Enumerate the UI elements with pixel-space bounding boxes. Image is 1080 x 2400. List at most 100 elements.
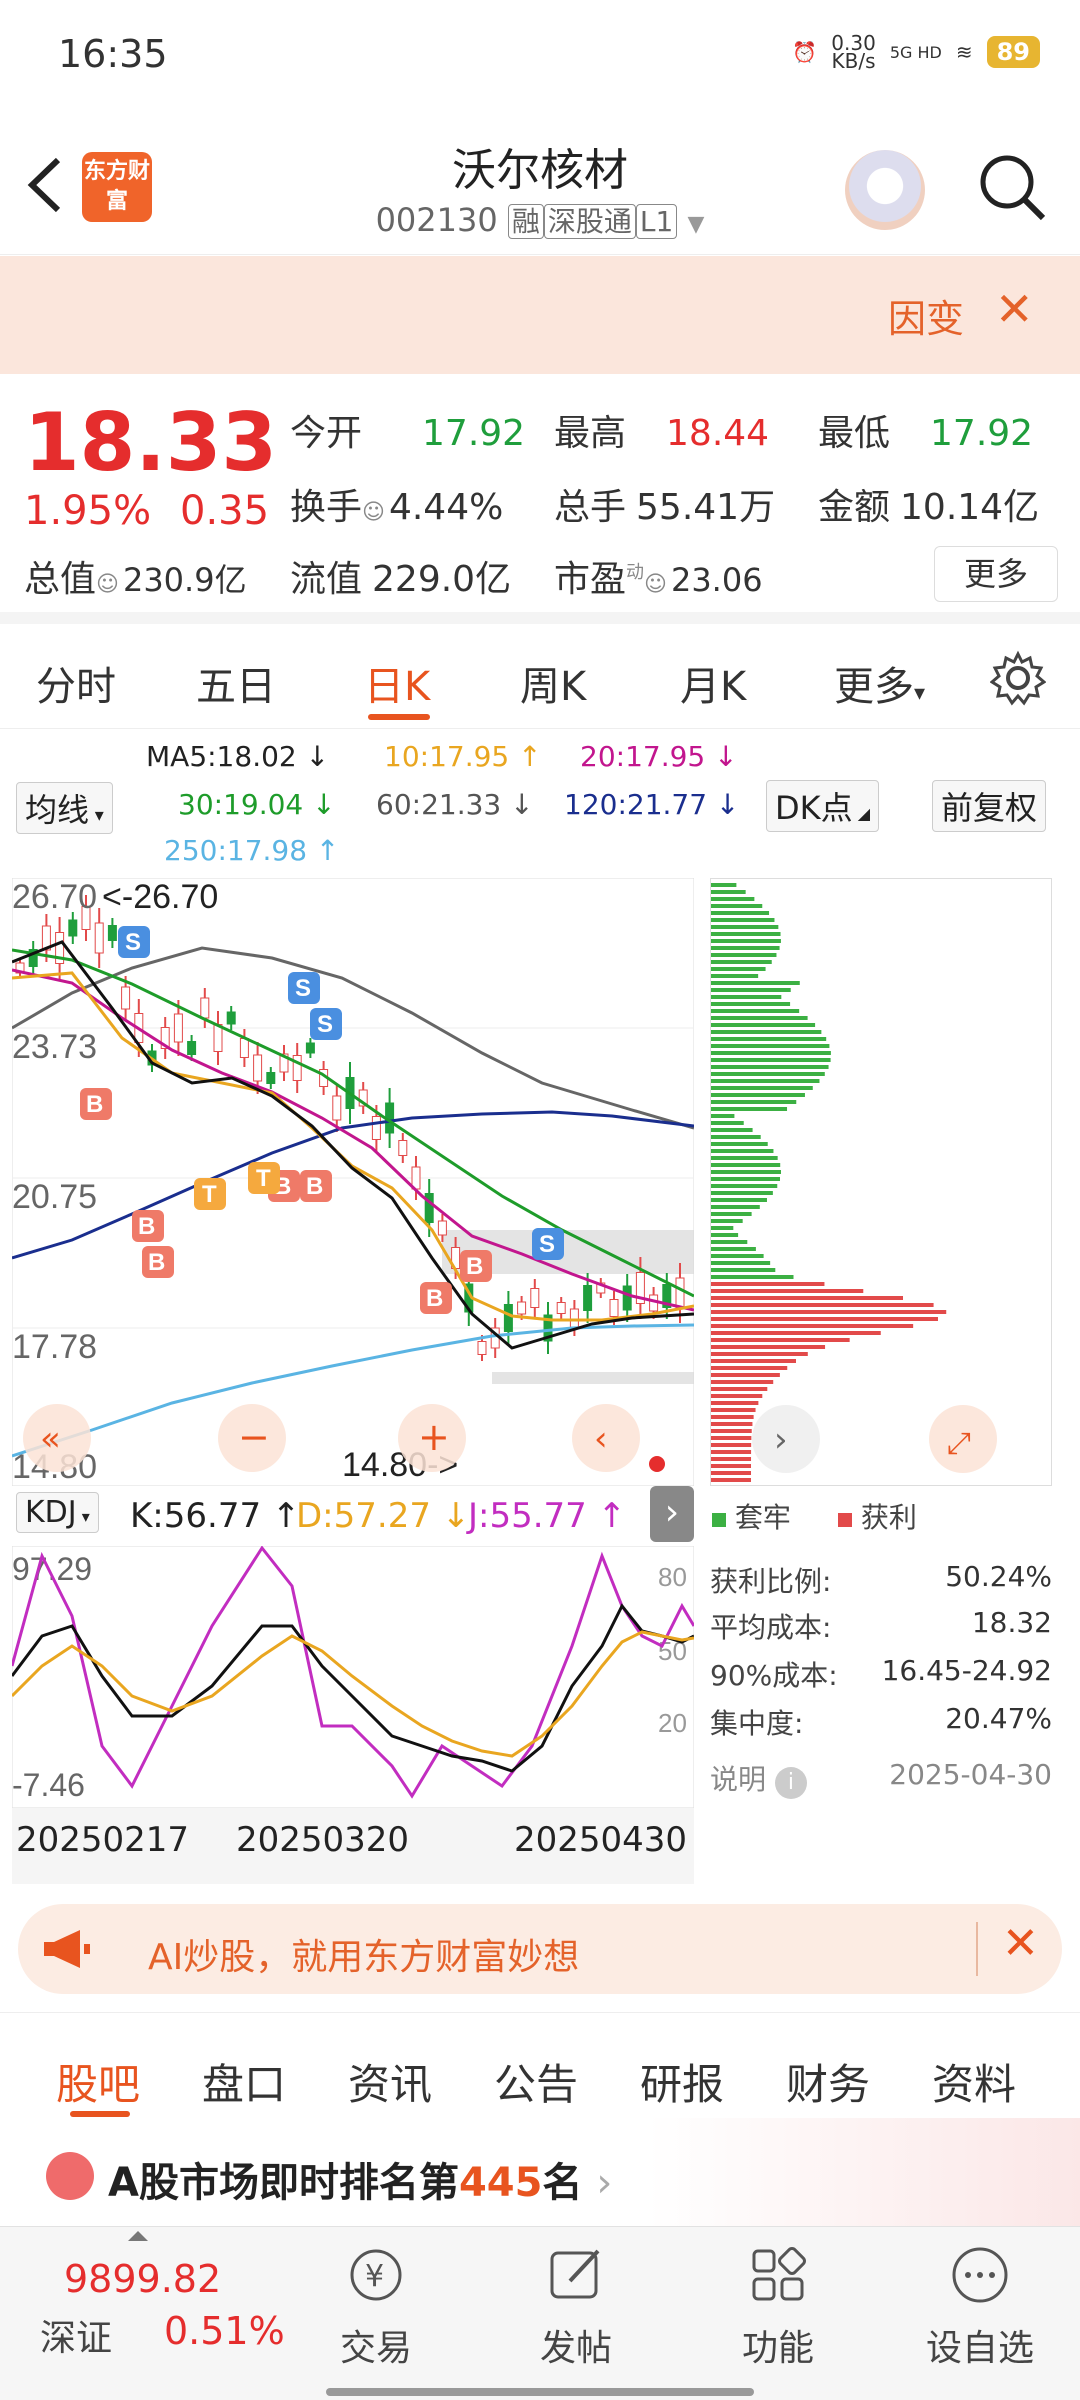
content-tabs: 股吧 盘口 资讯 公告 研报 财务 资料 (0, 2012, 1080, 2122)
chip-bar (711, 890, 746, 894)
dk-point-select[interactable]: DK点 ◢ (766, 780, 880, 832)
ai-promo-text: AI炒股，就用东方财富妙想 (148, 1937, 580, 1978)
candle (437, 1220, 447, 1236)
tab-daily-k[interactable]: 日K (364, 654, 430, 712)
chip-bar (711, 1051, 831, 1055)
legend-profit: 获利 (838, 1496, 917, 1536)
svg-text:+: + (418, 1415, 450, 1459)
candle (477, 1341, 487, 1355)
yen-exchange-icon: ¥ (350, 2249, 402, 2301)
max-price-label: <-26.70 (102, 878, 218, 916)
tab-monthly-k[interactable]: 月K (680, 654, 746, 712)
active-tab-indicator (70, 2111, 130, 2117)
ma120-label: 120:21.77 ↓ (564, 788, 740, 821)
assistant-avatar[interactable] (845, 150, 925, 230)
expand-icon[interactable]: ⤢ (947, 1426, 971, 1461)
tab-profile[interactable]: 资料 (932, 2051, 1016, 2112)
index-ticker[interactable]: 9899.82 深证 0.51% (0, 2227, 300, 2397)
chip-bar (711, 1121, 744, 1125)
high-field: 最高 18.44 (554, 413, 770, 454)
svg-text:«: « (40, 1419, 61, 1459)
chip-bar (711, 1163, 781, 1167)
chevron-right-icon[interactable]: › (774, 1420, 788, 1460)
ma10-label: 10:17.95 ↑ (384, 740, 542, 773)
notice-banner[interactable]: 因变 ✕ (0, 256, 1080, 374)
candle (266, 1072, 276, 1084)
info-icon: i (774, 1767, 807, 1799)
svg-text:−: − (238, 1415, 270, 1459)
change-percent: 1.95% (24, 488, 152, 534)
kdj-y-max: 97.29 (12, 1551, 92, 1587)
more-button[interactable]: 更多 (934, 546, 1058, 602)
gear-icon[interactable] (990, 650, 1046, 706)
chip-bar (711, 1464, 752, 1468)
tab-guba[interactable]: 股吧 (56, 2051, 140, 2112)
ma250-label: 250:17.98 ↑ (164, 834, 340, 867)
svg-text:B: B (466, 1253, 483, 1280)
y-tick: 23.73 (12, 1028, 97, 1066)
tab-news[interactable]: 资讯 (348, 2051, 432, 2112)
candle (583, 1285, 593, 1311)
stat-row: 90%成本: 16.45-24.92 (710, 1654, 1052, 1692)
chip-bar (711, 1331, 881, 1335)
ma-select[interactable]: 均线 ▾ (16, 782, 113, 834)
chip-distribution-chart[interactable]: › ⤢ (710, 878, 1052, 1486)
kline-chart[interactable]: 26.70 <-26.70 23.73 20.75 17.78 14.80 14… (11, 877, 695, 1487)
chip-bar (711, 1135, 761, 1139)
chip-bar (711, 1191, 773, 1195)
dropdown-icon: ▾ (914, 681, 926, 706)
index-name: 深证 (40, 2318, 113, 2359)
indicator-select[interactable]: KDJ ▾ (16, 1492, 99, 1533)
candle (332, 1095, 342, 1121)
tab-five-day[interactable]: 五日 (196, 654, 276, 712)
chip-bar (711, 1128, 753, 1132)
chip-bar (711, 1415, 754, 1419)
close-icon[interactable]: ✕ (1002, 1918, 1039, 1969)
chip-bar (711, 1086, 813, 1090)
tab-intraday[interactable]: 分时 (36, 654, 116, 712)
current-price: 18.33 (24, 396, 278, 489)
nav-functions[interactable]: 功能 (698, 2245, 858, 2371)
stat-note[interactable]: 说明 i 2025-04-30 (710, 1758, 1052, 1799)
kline-svg[interactable]: 26.70 <-26.70 23.73 20.75 17.78 14.80 14… (11, 877, 695, 1487)
battery-indicator: 89 (986, 36, 1040, 68)
turnover-field: 换手☺ 4.44% (290, 487, 504, 528)
nav-watchlist[interactable]: 设自选 (900, 2245, 1060, 2371)
status-time: 16:35 (58, 32, 168, 76)
chip-bar (711, 1478, 752, 1482)
tab-finance[interactable]: 财务 (786, 2051, 870, 2112)
ai-promo-banner[interactable]: AI炒股，就用东方财富妙想 ✕ (18, 1904, 1062, 1994)
pe-field: 市盈动☺ 23.06 (554, 559, 763, 600)
chip-bar (711, 1338, 850, 1342)
kdj-chart[interactable]: 97.29 -7.46 80 50 20 (10, 1545, 696, 1809)
chip-bar (711, 1345, 826, 1349)
nav-post[interactable]: 发帖 (496, 2245, 656, 2371)
svg-text:B: B (148, 1249, 165, 1276)
search-icon[interactable] (975, 150, 1049, 224)
close-icon[interactable]: ✕ (995, 282, 1034, 336)
adjust-select[interactable]: 前复权 (932, 780, 1047, 832)
chip-bar (711, 1436, 752, 1440)
candle (556, 1302, 566, 1314)
svg-text:S: S (539, 1231, 555, 1258)
tab-pankou[interactable]: 盘口 (202, 2051, 286, 2112)
tab-weekly-k[interactable]: 周K (520, 654, 586, 712)
active-tab-indicator (368, 714, 430, 720)
index-change: 0.51% (164, 2309, 285, 2353)
chip-bar (711, 1401, 759, 1405)
tab-more[interactable]: 更多▾ (834, 654, 925, 712)
chip-bar (711, 1044, 830, 1048)
nav-trade[interactable]: ¥ 交易 (296, 2245, 456, 2371)
tab-announcements[interactable]: 公告 (494, 2051, 578, 2112)
market-rank-row[interactable]: A股市场即时排名第445名 › (0, 2118, 1080, 2228)
chip-bar (711, 1142, 768, 1146)
chip-bar (711, 953, 777, 957)
svg-text:B: B (426, 1285, 443, 1312)
tab-research[interactable]: 研报 (640, 2051, 724, 2112)
chip-bar (711, 981, 800, 985)
x-tick: 20250217 (16, 1820, 190, 1860)
chip-bar (711, 995, 782, 999)
chip-bar (711, 1443, 752, 1447)
chevron-right-icon[interactable]: › (650, 1486, 694, 1542)
ma20-label: 20:17.95 ↓ (580, 740, 738, 773)
